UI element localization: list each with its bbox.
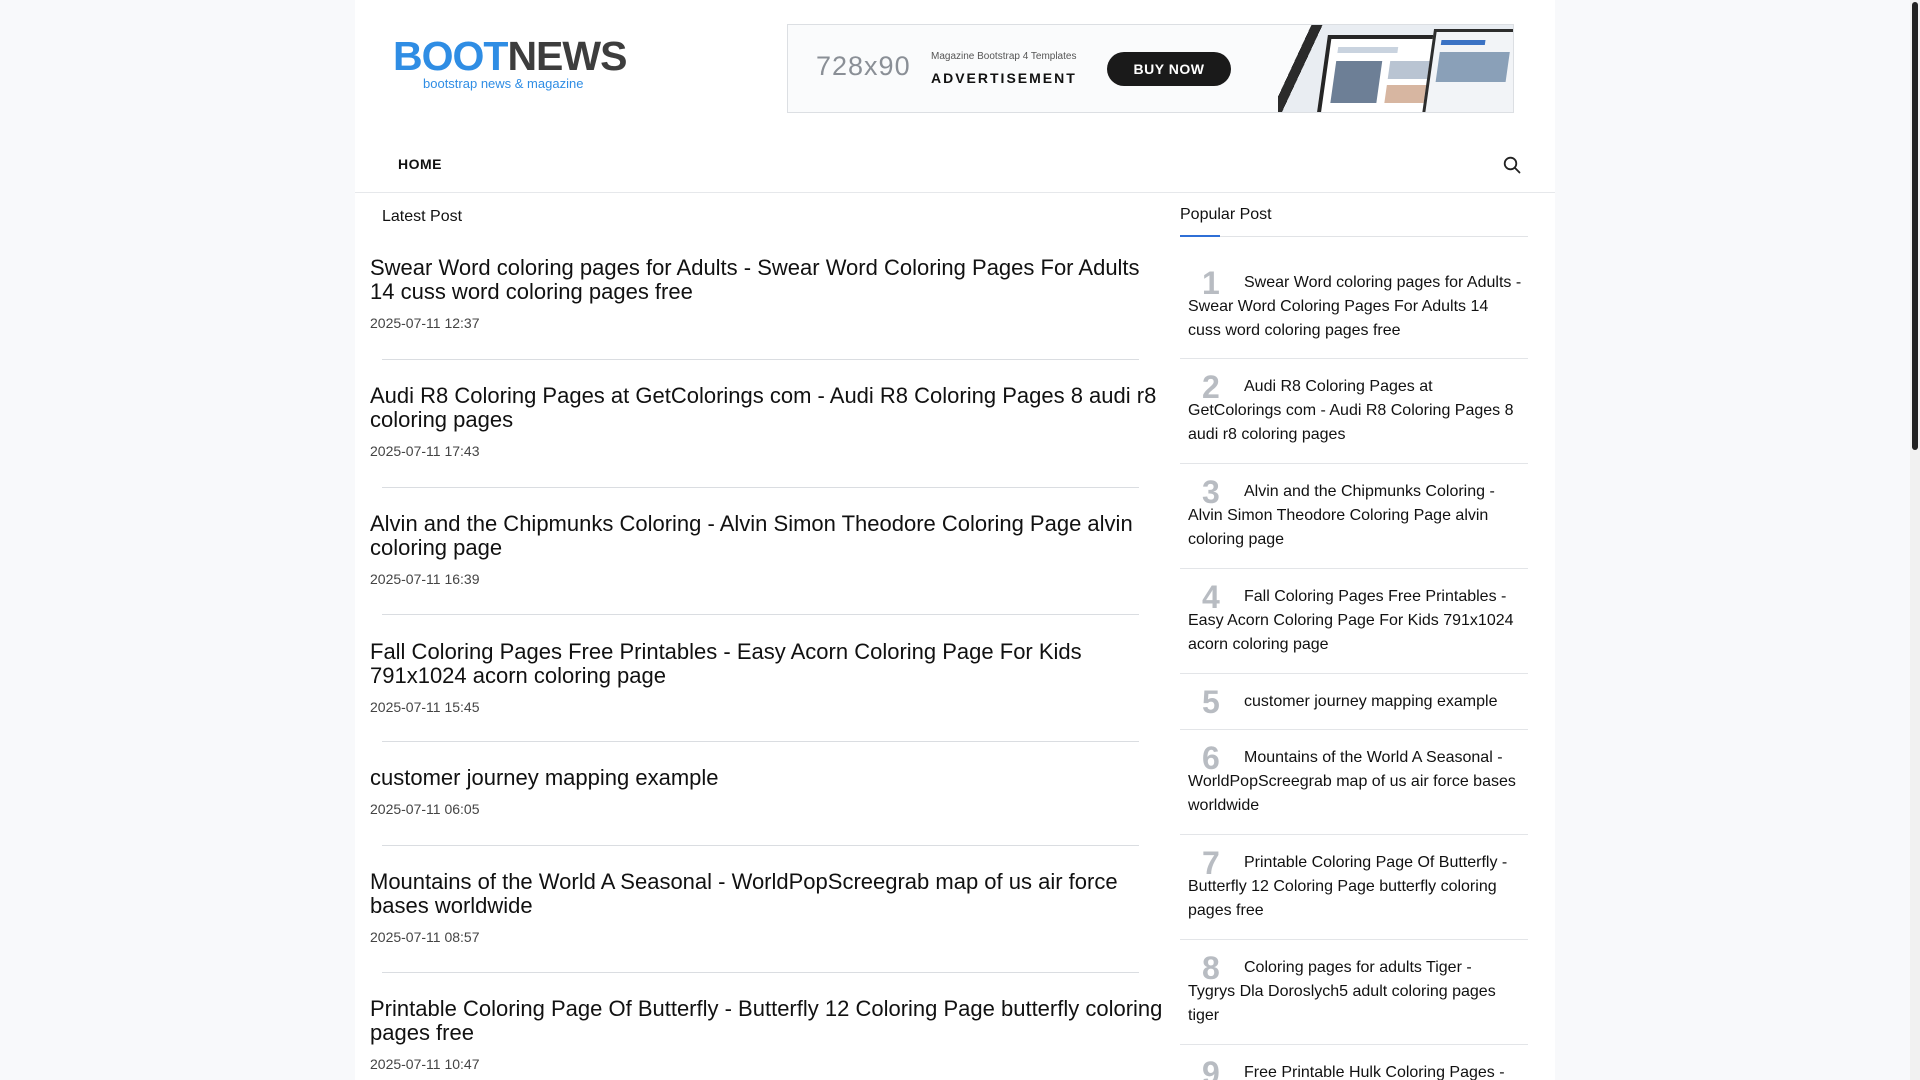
post-date: 2025-07-11 10:47 (370, 1056, 480, 1072)
post-title-link[interactable]: Swear Word coloring pages for Adults - S… (370, 256, 1170, 304)
latest-post-heading: Latest Post (382, 208, 463, 225)
site-logo[interactable]: BOOTNEWS bootstrap news & magazine (393, 33, 627, 96)
post-date: 2025-07-11 16:39 (370, 571, 480, 587)
post-divider (382, 614, 1139, 615)
logo-news-text: NEWS (507, 33, 627, 79)
popular-post-link[interactable]: Printable Coloring Page Of Butterfly - B… (1180, 835, 1528, 938)
popular-post-heading: Popular Post (1180, 206, 1272, 223)
popular-post-item: 1 Swear Word coloring pages for Adults -… (1180, 255, 1528, 359)
latest-post-item: customer journey mapping example 2025-07… (370, 766, 1170, 818)
popular-post-link[interactable]: customer journey mapping example (1180, 674, 1528, 729)
popular-post-item: 4 Fall Coloring Pages Free Printables - … (1180, 569, 1528, 674)
popular-post-item: 6 Mountains of the World A Seasonal - Wo… (1180, 730, 1528, 835)
popular-post-link[interactable]: Swear Word coloring pages for Adults - S… (1180, 255, 1528, 358)
post-title-link[interactable]: Mountains of the World A Seasonal - Worl… (370, 870, 1170, 918)
popular-post-item: 8 Coloring pages for adults Tiger - Tygr… (1180, 940, 1528, 1045)
popular-post-item: 7 Printable Coloring Page Of Butterfly -… (1180, 835, 1528, 940)
popular-post-link[interactable]: Audi R8 Coloring Pages at GetColorings c… (1180, 359, 1528, 462)
popular-post-item: 3 Alvin and the Chipmunks Coloring - Alv… (1180, 464, 1528, 569)
post-date: 2025-07-11 08:57 (370, 929, 480, 945)
post-date: 2025-07-11 17:43 (370, 443, 480, 459)
post-date: 2025-07-11 06:05 (370, 801, 480, 817)
page-scrollbar-thumb[interactable] (1912, 2, 1918, 450)
popular-rank-number: 1 (1202, 265, 1220, 301)
latest-post-item: Audi R8 Coloring Pages at GetColorings c… (370, 384, 1170, 460)
page-container: BOOTNEWS bootstrap news & magazine 728x9… (355, 0, 1555, 1080)
popular-post-link[interactable]: Fall Coloring Pages Free Printables - Ea… (1180, 569, 1528, 672)
post-title-link[interactable]: customer journey mapping example (370, 766, 1170, 790)
popular-post-item: 5 customer journey mapping example (1180, 674, 1528, 730)
popular-rank-number: 8 (1202, 950, 1220, 986)
post-divider (382, 845, 1139, 846)
latest-post-item: Printable Coloring Page Of Butterfly - B… (370, 997, 1170, 1073)
post-date: 2025-07-11 15:45 (370, 699, 480, 715)
post-divider (382, 487, 1139, 488)
ad-laptop-mockup (1421, 29, 1513, 112)
popular-post-link[interactable]: Free Printable Hulk Coloring Pages - (1180, 1045, 1528, 1080)
nav-home-link[interactable]: HOME (398, 156, 442, 172)
popular-post-item: 9 Free Printable Hulk Coloring Pages - (1180, 1045, 1528, 1080)
popular-heading-rule (1180, 236, 1528, 237)
latest-post-item: Alvin and the Chipmunks Coloring - Alvin… (370, 512, 1170, 588)
popular-rank-number: 7 (1202, 845, 1220, 881)
popular-post-item: 2 Audi R8 Coloring Pages at GetColorings… (1180, 359, 1528, 464)
popular-heading-accent (1180, 235, 1220, 237)
main-nav: HOME (355, 134, 1555, 193)
post-title-link[interactable]: Printable Coloring Page Of Butterfly - B… (370, 997, 1170, 1045)
popular-rank-number: 5 (1202, 684, 1220, 720)
popular-post-link[interactable]: Coloring pages for adults Tiger - Tygrys… (1180, 940, 1528, 1043)
popular-rank-number: 2 (1202, 369, 1220, 405)
ad-size-label: 728x90 (816, 51, 911, 81)
post-divider (382, 359, 1139, 360)
latest-post-item: Mountains of the World A Seasonal - Worl… (370, 870, 1170, 946)
post-title-link[interactable]: Audi R8 Coloring Pages at GetColorings c… (370, 384, 1170, 432)
popular-post-link[interactable]: Mountains of the World A Seasonal - Worl… (1180, 730, 1528, 833)
post-divider (382, 972, 1139, 973)
ad-kicker: Magazine Bootstrap 4 Templates (931, 51, 1077, 62)
popular-post-link[interactable]: Alvin and the Chipmunks Coloring - Alvin… (1180, 464, 1528, 567)
advertisement-banner[interactable]: 728x90 Magazine Bootstrap 4 Templates AD… (787, 24, 1514, 113)
popular-rank-number: 6 (1202, 740, 1220, 776)
popular-rank-number: 3 (1202, 474, 1220, 510)
post-date: 2025-07-11 12:37 (370, 315, 480, 331)
popular-rank-number: 4 (1202, 579, 1220, 615)
ad-title: ADVERTISEMENT (931, 70, 1077, 86)
search-icon[interactable] (1503, 156, 1521, 174)
post-title-link[interactable]: Fall Coloring Pages Free Printables - Ea… (370, 640, 1170, 688)
latest-post-item: Swear Word coloring pages for Adults - S… (370, 256, 1170, 332)
popular-rank-number: 9 (1202, 1055, 1220, 1080)
latest-post-item: Fall Coloring Pages Free Printables - Ea… (370, 640, 1170, 716)
logo-boot-text: BOOT (393, 33, 508, 79)
ad-buy-now-button[interactable]: BUY NOW (1107, 52, 1231, 86)
post-divider (382, 741, 1139, 742)
post-title-link[interactable]: Alvin and the Chipmunks Coloring - Alvin… (370, 512, 1170, 560)
